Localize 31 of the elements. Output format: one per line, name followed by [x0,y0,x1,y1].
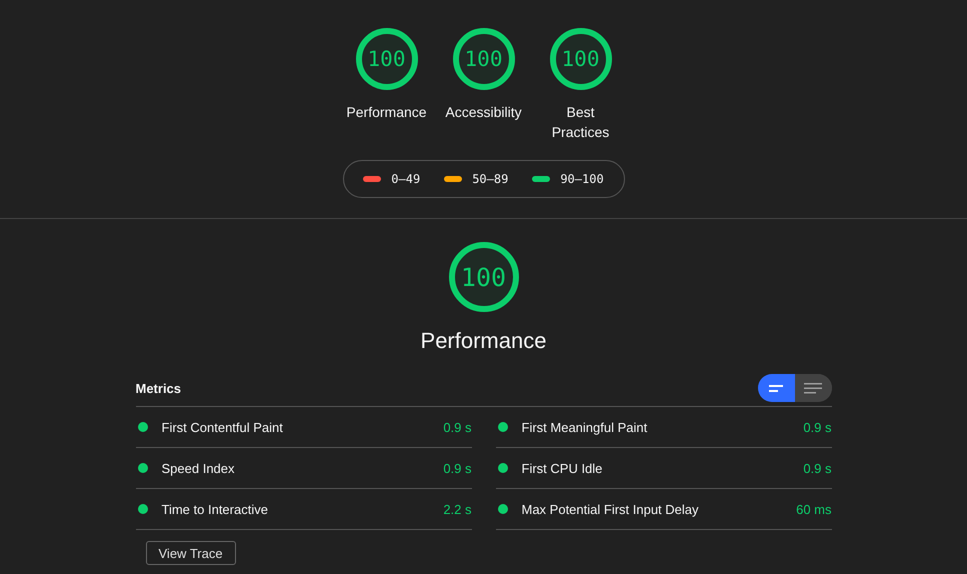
metric-name: Speed Index [162,460,236,476]
metric-name: Max Potential First Input Delay [522,502,700,516]
metric-name: First Meaningful Paint [522,420,648,434]
metric-value: 0.9 s [443,420,472,434]
legend-range: 50–89 [472,172,508,186]
metric-value: 0.9 s [803,420,832,434]
metric-name: Time to Interactive [162,502,269,516]
legend-range: 90–100 [560,172,604,186]
metrics-heading: Metrics [136,380,182,396]
metric-value: 60 ms [796,502,832,516]
score-gauge [548,26,614,92]
metric-value: 0.9 s [443,460,472,476]
metric-value: 0.9 s [803,460,832,476]
score-value: 100 [368,47,406,71]
compact-view-button[interactable] [758,374,794,402]
score-gauge [354,26,420,92]
category-label[interactable]: Performance [346,102,427,122]
view-trace-button[interactable]: View Trace [146,541,236,565]
score-value: 100 [460,262,506,292]
section-title: Performance [420,328,546,354]
score-value: 100 [464,47,502,71]
score-gauge [450,26,516,92]
metric-value: 2.2 s [443,502,472,516]
lines-icon [769,384,783,392]
score-value: 100 [562,47,600,71]
category-label[interactable]: Best Practices [546,102,616,142]
category-label[interactable]: Accessibility [445,102,522,122]
legend-range: 0–49 [391,172,420,186]
metric-name: First Contentful Paint [162,420,284,434]
metric-name: First CPU Idle [522,460,604,476]
lines-icon [804,382,822,394]
